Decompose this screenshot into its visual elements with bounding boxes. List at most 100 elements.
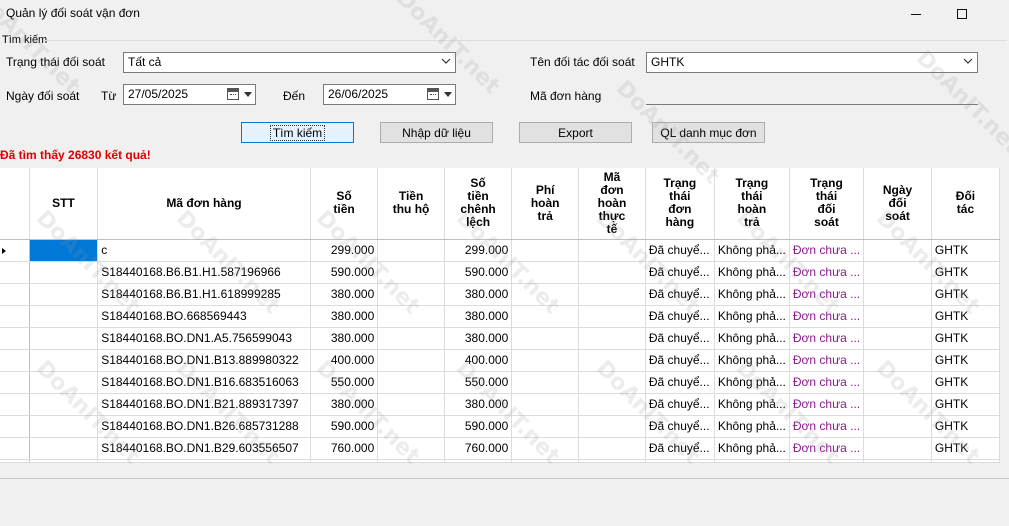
cell-fee[interactable] <box>511 393 580 416</box>
cell-return-code[interactable] <box>578 371 646 394</box>
cell-stt[interactable] <box>29 415 99 438</box>
column-header[interactable]: STT <box>29 168 99 240</box>
cell-partner[interactable]: GHTK <box>931 349 1000 372</box>
cell-fee[interactable] <box>511 239 580 262</box>
cell-return-code[interactable] <box>578 239 646 262</box>
cell-order-status[interactable]: Đã chuyể... <box>645 393 715 416</box>
cell-return-code[interactable] <box>578 437 646 460</box>
table-row[interactable]: S18440168.B6.B1.H1.587196966 590.000 590.0… <box>0 261 1000 284</box>
cell-partner[interactable]: GHTK <box>931 261 1000 284</box>
cell-return-code[interactable] <box>578 393 646 416</box>
cell-recon-date[interactable] <box>863 415 932 438</box>
cell-amount[interactable]: 380.000 <box>310 393 379 416</box>
row-header[interactable] <box>0 239 30 262</box>
export-button[interactable]: Export <box>519 122 632 143</box>
category-button[interactable]: QL danh mục đơn <box>652 122 765 143</box>
cell-recon-status[interactable]: Đơn chưa ... <box>789 261 865 284</box>
cell-recon-status[interactable]: Đơn chưa ... <box>789 283 865 306</box>
table-row[interactable]: S18440168.BO.DN1.A5.756599043 380.000 380.… <box>0 327 1000 350</box>
cell-recon-status[interactable]: Đơn chưa ... <box>789 393 865 416</box>
row-header[interactable] <box>0 437 30 460</box>
cell-return-status[interactable]: Không phả... <box>714 305 790 328</box>
column-header[interactable]: Phí hoàn trả <box>511 168 580 240</box>
cell-return-status[interactable]: Không phả... <box>714 371 790 394</box>
cell-stt[interactable] <box>29 371 99 394</box>
cell-stt[interactable] <box>29 437 99 460</box>
cell-code[interactable]: S18440168.BO.DN1.B26.685731288 <box>97 415 311 438</box>
cell-diff[interactable]: 590.000 <box>444 415 513 438</box>
cell-amount[interactable]: 590.000 <box>310 415 379 438</box>
cell-return-status[interactable]: Không phả... <box>714 261 790 284</box>
cell-stt[interactable] <box>29 393 99 416</box>
data-grid-table[interactable]: STT Mã đơn hàng Số tiền Tiền thu hộ Số tiền … <box>0 168 1000 464</box>
cell-stt[interactable] <box>29 327 99 350</box>
table-row[interactable]: S18440168.BO.668569443 380.000 380.000 Đã c… <box>0 305 1000 328</box>
cell-order-status[interactable]: Đã chuyể... <box>645 371 715 394</box>
cell-stt[interactable] <box>29 261 99 284</box>
cell-diff[interactable]: 760.000 <box>444 437 513 460</box>
cell-code[interactable]: S18440168.BO.DN1.B16.683516063 <box>97 371 311 394</box>
cell-return-code[interactable] <box>578 349 646 372</box>
cell-recon-status[interactable]: Đơn chưa ... <box>789 239 865 262</box>
cell-recon-status[interactable]: Đơn chưa ... <box>789 415 865 438</box>
cell-code[interactable]: S18440168.B6.B1.H1.618999285 <box>97 283 311 306</box>
cell-order-status[interactable]: Đã chuyể... <box>645 437 715 460</box>
row-header[interactable] <box>0 349 30 372</box>
column-header[interactable]: Trạng thái đối soát <box>789 168 865 240</box>
cell-code[interactable]: S18440168.B6.B1.H1.587196966 <box>97 261 311 284</box>
cell-code[interactable]: c <box>97 239 311 262</box>
column-header[interactable]: Mã đơn hàng <box>97 168 311 240</box>
cell-diff[interactable]: 400.000 <box>444 349 513 372</box>
cell-fee[interactable] <box>511 261 580 284</box>
row-header[interactable] <box>0 393 30 416</box>
cell-diff[interactable]: 380.000 <box>444 393 513 416</box>
cell-return-code[interactable] <box>578 415 646 438</box>
table-row[interactable]: S18440168.BO.DN1.B16.683516063 550.000 550… <box>0 371 1000 394</box>
table-row[interactable]: S18440168.BO.DN1.B29.603556507 760.000 760… <box>0 437 1000 460</box>
calendar-icon[interactable] <box>427 88 439 100</box>
cell-order-status[interactable]: Đã chuyể... <box>645 415 715 438</box>
cell-cod[interactable] <box>377 327 445 350</box>
cell-code[interactable]: S18440168.BO.DN1.A5.756599043 <box>97 327 311 350</box>
column-header[interactable]: Trạng thái đơn hàng <box>645 168 715 240</box>
row-header[interactable] <box>0 371 30 394</box>
cell-partner[interactable]: GHTK <box>931 393 1000 416</box>
cell-return-status[interactable]: Không phả... <box>714 349 790 372</box>
order-code-input[interactable] <box>646 84 978 105</box>
cell-recon-date[interactable] <box>863 349 932 372</box>
cell-fee[interactable] <box>511 437 580 460</box>
cell-order-status[interactable]: Đã chuyể... <box>645 305 715 328</box>
cell-stt[interactable] <box>29 305 99 328</box>
cell-diff[interactable]: 380.000 <box>444 283 513 306</box>
cell-return-code[interactable] <box>578 305 646 328</box>
cell-cod[interactable] <box>377 371 445 394</box>
minimize-button[interactable] <box>893 0 939 28</box>
cell-amount[interactable]: 590.000 <box>310 261 379 284</box>
import-button[interactable]: Nhập dữ liệu <box>380 122 493 143</box>
cell-fee[interactable] <box>511 305 580 328</box>
dropdown-arrow-icon[interactable] <box>444 92 452 97</box>
cell-amount[interactable]: 380.000 <box>310 283 379 306</box>
row-header[interactable] <box>0 327 30 350</box>
cell-diff[interactable]: 299.000 <box>444 239 513 262</box>
cell-partner[interactable]: GHTK <box>931 371 1000 394</box>
cell-recon-date[interactable] <box>863 371 932 394</box>
cell-recon-status[interactable]: Đơn chưa ... <box>789 437 865 460</box>
column-header[interactable]: Tiền thu hộ <box>377 168 445 240</box>
cell-diff[interactable]: 380.000 <box>444 327 513 350</box>
table-row[interactable]: S18440168.B6.B1.H1.618999285 380.000 380.0… <box>0 283 1000 306</box>
cell-amount[interactable]: 380.000 <box>310 305 379 328</box>
cell-code[interactable]: S18440168.BO.DN1.B29.603556507 <box>97 437 311 460</box>
cell-return-status[interactable]: Không phả... <box>714 327 790 350</box>
column-header[interactable]: Số tiền <box>310 168 379 240</box>
cell-diff[interactable]: 550.000 <box>444 371 513 394</box>
cell-cod[interactable] <box>377 349 445 372</box>
row-header[interactable] <box>0 283 30 306</box>
cell-amount[interactable]: 299.000 <box>310 239 379 262</box>
partner-select[interactable]: GHTK <box>646 52 978 73</box>
cell-recon-date[interactable] <box>863 305 932 328</box>
cell-partner[interactable]: GHTK <box>931 283 1000 306</box>
cell-code[interactable]: S18440168.BO.DN1.B13.889980322 <box>97 349 311 372</box>
cell-amount[interactable]: 760.000 <box>310 437 379 460</box>
calendar-icon[interactable] <box>227 88 239 100</box>
